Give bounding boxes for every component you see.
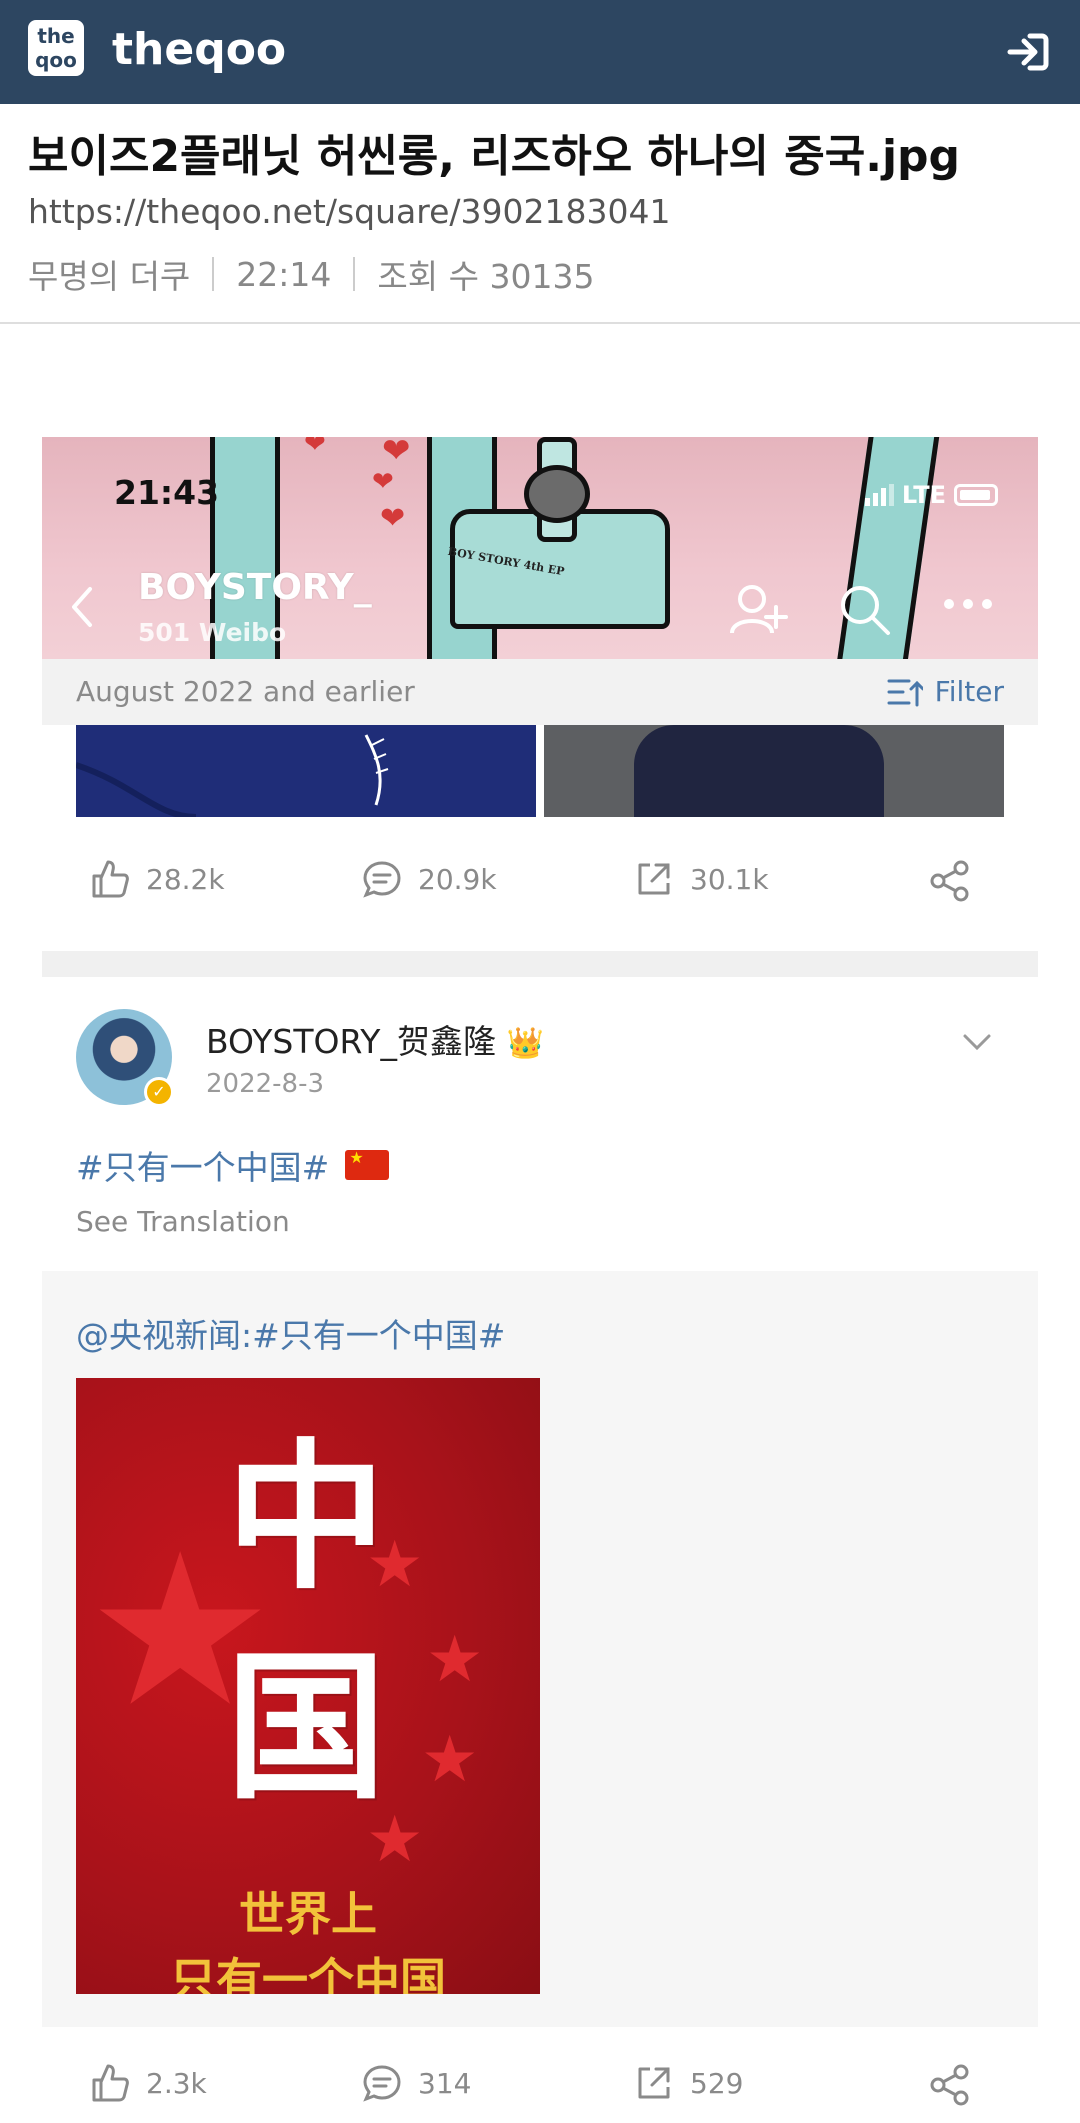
reposted-content[interactable]: @央视新闻:#只有一个中国# ★ ★ ★ ★ ★ 中 国 世界上 只有一个中国 xyxy=(42,1271,1038,2027)
filter-button[interactable]: Filter xyxy=(887,675,1004,708)
login-icon[interactable] xyxy=(1004,28,1052,76)
like-count: 2.3k xyxy=(146,2066,207,2100)
verified-badge-icon: ✓ xyxy=(144,1077,174,1107)
person-silhouette xyxy=(634,725,884,817)
post-hashtag[interactable]: #只有一个中国# xyxy=(76,1141,390,1189)
more-options-icon[interactable] xyxy=(942,597,994,611)
header-divider xyxy=(0,322,1080,324)
account-name: BOYSTORY_ xyxy=(138,567,372,608)
star-shape: ★ xyxy=(426,1623,484,1697)
repost-image[interactable]: ★ ★ ★ ★ ★ 中 国 世界上 只有一个中国 xyxy=(76,1378,540,1994)
share-icon xyxy=(930,860,969,902)
search-icon[interactable] xyxy=(836,581,892,637)
star-shape: ★ xyxy=(421,1723,479,1797)
poster-caption: 只有一个中国 xyxy=(170,1953,446,1994)
thumbs-up-icon xyxy=(92,860,129,898)
comment-count: 20.9k xyxy=(418,862,497,896)
post-image-thumbnail[interactable] xyxy=(76,725,536,817)
like-button[interactable]: 28.2k xyxy=(90,859,225,899)
post-meta: 무명의 더쿠 22:14 조회 수 30135 xyxy=(28,250,594,298)
like-count: 28.2k xyxy=(146,862,225,896)
poster-big-char: 国 xyxy=(226,1633,387,1821)
crown-icon: 👑 xyxy=(506,1026,544,1061)
logo-text: the qoo xyxy=(35,24,77,72)
weibo-profile-header: BOY STORY 4th EP ❤ ❤ ❤ ❤ 21:43 LTE BOYST… xyxy=(42,437,1038,659)
chevron-down-icon[interactable] xyxy=(962,1033,992,1051)
share-button[interactable] xyxy=(928,859,972,903)
poster-caption: 世界上 xyxy=(239,1887,377,1941)
filter-label: Filter xyxy=(934,675,1004,708)
comment-count: 314 xyxy=(418,2066,472,2100)
second-post-action-bar: 2.3k 314 529 xyxy=(42,2063,1038,2123)
comment-button[interactable]: 20.9k xyxy=(362,859,497,899)
post-title: 보이즈2플래닛 허씬롱, 리즈하오 하나의 중국.jpg xyxy=(28,131,961,182)
post-date: 2022-8-3 xyxy=(206,1069,325,1099)
heart-icon: ❤ xyxy=(380,501,406,536)
status-bar-time: 21:43 xyxy=(114,473,220,512)
timeline-filter-bar: August 2022 and earlier Filter xyxy=(42,659,1038,725)
status-bar-right: LTE xyxy=(864,481,998,509)
post-image-thumbnail[interactable] xyxy=(544,725,1004,817)
china-flag-icon xyxy=(345,1148,390,1180)
repost-text[interactable]: @央视新闻:#只有一个中国# xyxy=(76,1309,505,1357)
meta-divider xyxy=(212,257,215,291)
like-button[interactable]: 2.3k xyxy=(90,2063,207,2103)
theqoo-logo[interactable]: the qoo xyxy=(28,20,84,76)
comment-icon xyxy=(363,861,401,898)
filter-icon xyxy=(887,679,923,706)
share-out-icon xyxy=(638,863,670,895)
weibo-screenshot: BOY STORY 4th EP ❤ ❤ ❤ ❤ 21:43 LTE BOYST… xyxy=(42,437,1038,2123)
repost-button[interactable]: 30.1k xyxy=(634,859,769,899)
share-icon xyxy=(930,2064,969,2106)
account-weibo-count: 501 Weibo xyxy=(138,618,287,647)
post-separator xyxy=(42,951,1038,977)
signal-icon xyxy=(864,484,894,506)
poster-name-text: BOYSTORY_贺鑫隆 xyxy=(206,1022,496,1061)
poster-name[interactable]: BOYSTORY_贺鑫隆 👑 xyxy=(206,1015,544,1063)
jacket-graphic xyxy=(76,734,389,817)
comment-button[interactable]: 314 xyxy=(362,2063,471,2103)
share-button[interactable] xyxy=(928,2063,972,2107)
follow-user-icon[interactable] xyxy=(728,581,788,637)
see-translation-link[interactable]: See Translation xyxy=(76,1205,290,1238)
post-time: 22:14 xyxy=(236,254,332,294)
joystick-knob xyxy=(524,465,590,523)
poster-big-char: 中 xyxy=(226,1423,387,1611)
heart-icon: ❤ xyxy=(382,437,411,471)
repost-count: 529 xyxy=(690,2066,744,2100)
brand-name[interactable]: theqoo xyxy=(112,24,286,75)
back-icon[interactable] xyxy=(70,585,94,629)
post-url[interactable]: https://theqoo.net/square/3902183041 xyxy=(28,192,670,231)
post-text: #只有一个中国# xyxy=(76,1148,330,1187)
heart-icon: ❤ xyxy=(372,467,394,497)
post-views: 조회 수 30135 xyxy=(377,257,595,296)
meta-divider xyxy=(353,257,356,291)
heart-icon: ❤ xyxy=(304,437,326,459)
post-author: 무명의 더쿠 xyxy=(28,257,191,296)
repost-button[interactable]: 529 xyxy=(634,2063,743,2103)
battery-icon xyxy=(954,484,998,506)
repost-count: 30.1k xyxy=(690,862,769,896)
filter-period: August 2022 and earlier xyxy=(76,675,415,708)
comment-icon xyxy=(363,2065,401,2102)
thumbs-up-icon xyxy=(92,2064,129,2102)
first-post-action-bar: 28.2k 20.9k 30.1k xyxy=(42,859,1038,919)
network-label: LTE xyxy=(901,481,946,509)
share-out-icon xyxy=(638,2067,670,2099)
top-bar: the qoo theqoo xyxy=(0,0,1080,104)
